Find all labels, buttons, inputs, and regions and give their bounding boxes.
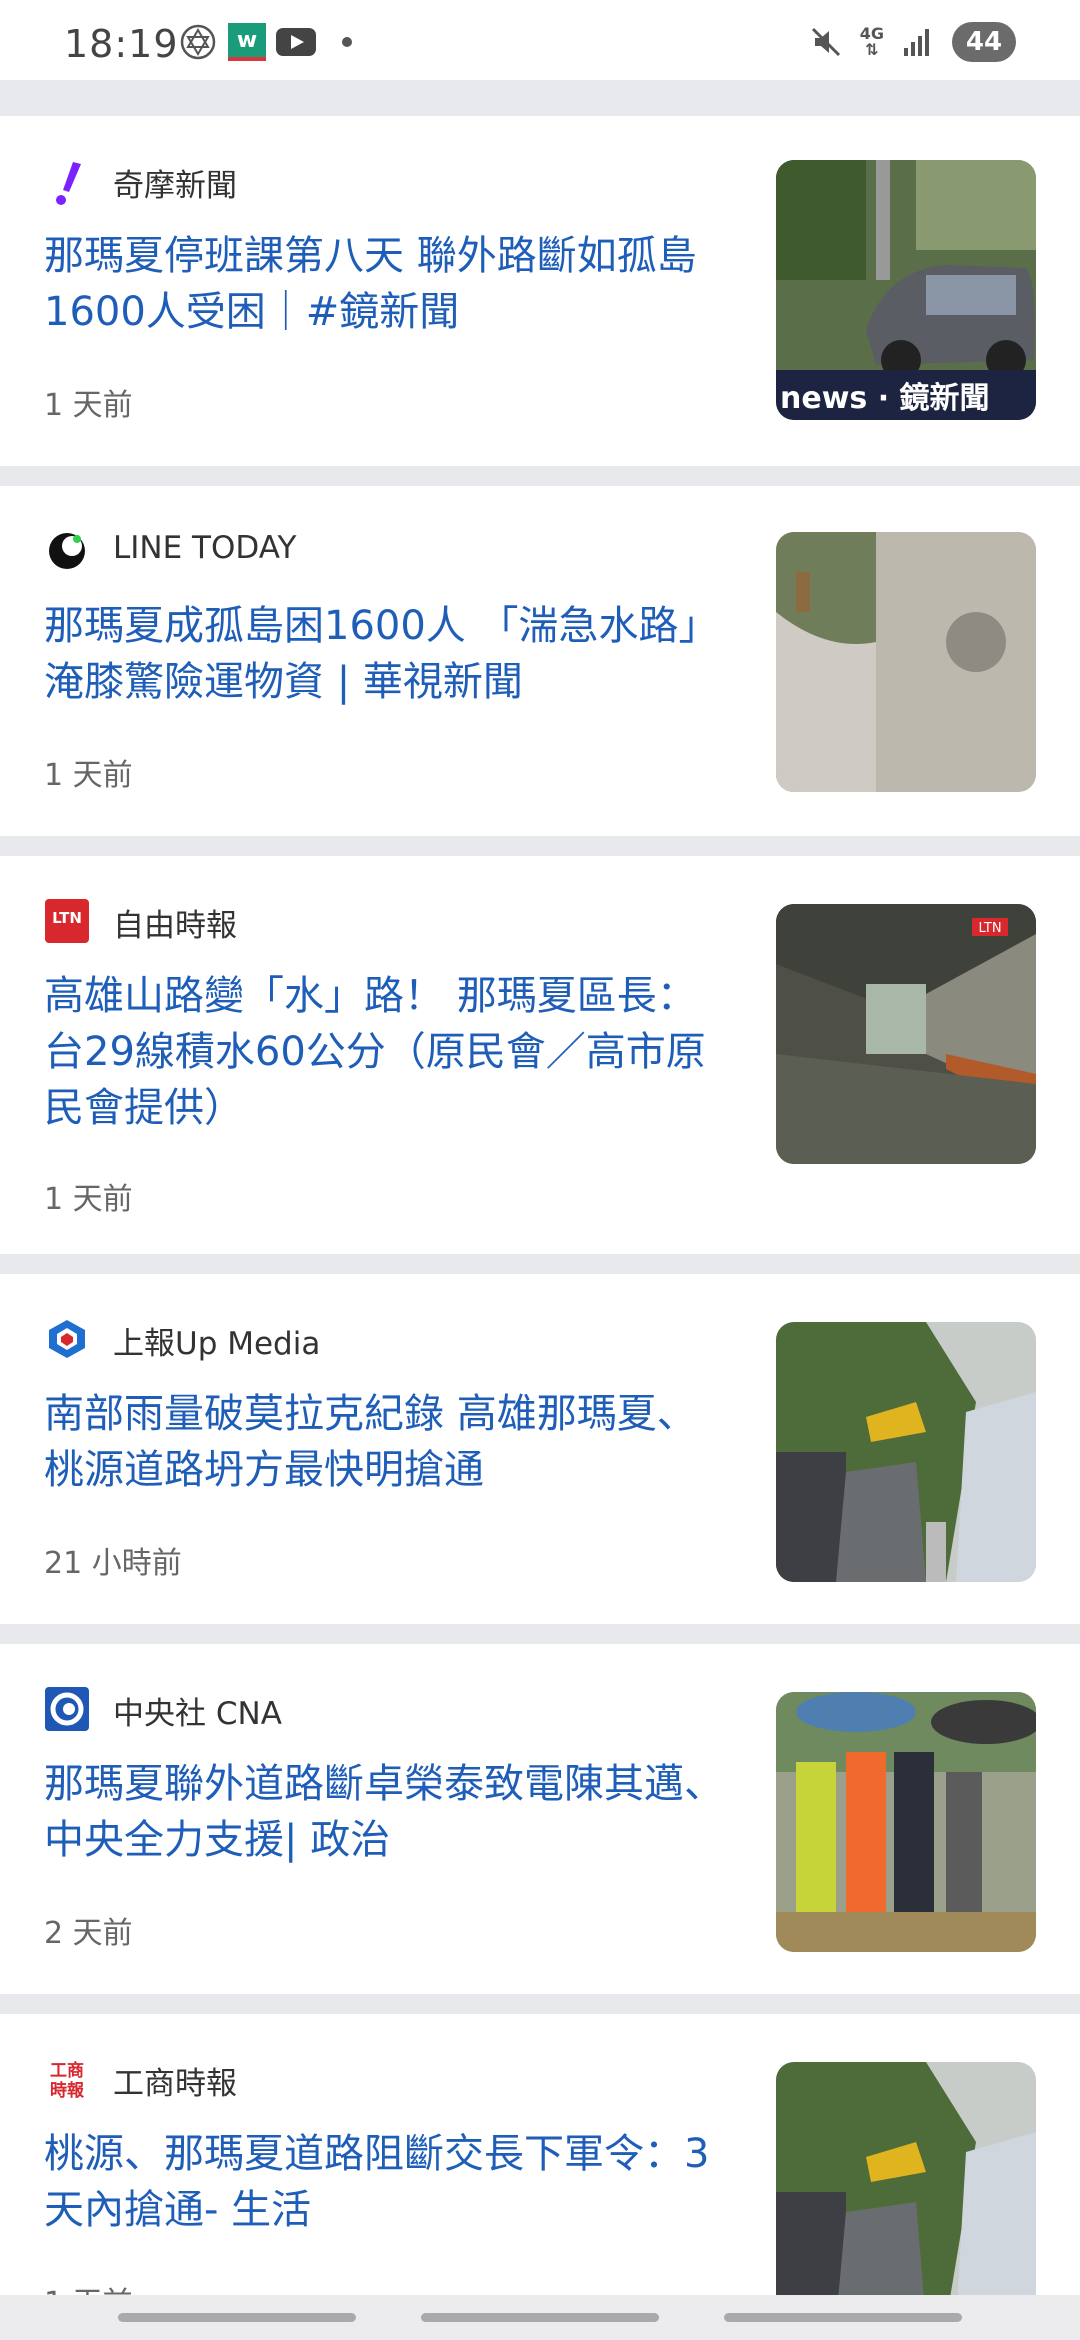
- source-name: 工商時報: [113, 2066, 237, 2102]
- ltn-logo-text: LTN: [52, 909, 82, 927]
- news-card[interactable]: LTN 自由時報 高雄山路變「水」路！ 那瑪夏區長：台29線積水60公分（原民會…: [0, 856, 1080, 1254]
- ltn-logo-icon: LTN: [44, 898, 90, 944]
- source-name: LINE TODAY: [113, 530, 297, 566]
- svg-text:工商: 工商: [50, 2060, 84, 2081]
- bottom-bar: [0, 2295, 1080, 2340]
- timestamp: 1 天前: [44, 388, 133, 423]
- timestamp: 1 天前: [44, 1182, 133, 1217]
- exclaim-logo-icon: [44, 160, 90, 206]
- mute-icon: [806, 22, 846, 62]
- source-name: 上報Up Media: [113, 1326, 321, 1362]
- divider: [0, 1994, 1080, 2014]
- network-type: 4G: [859, 24, 884, 43]
- thumbnail-image[interactable]: [776, 1692, 1036, 1952]
- headline-link[interactable]: 那瑪夏成孤島困1600人 「湍急水路」淹膝驚險運物資 | 華視新聞: [44, 598, 724, 710]
- source-name: 中央社 CNA: [113, 1696, 282, 1732]
- headline-link[interactable]: 南部雨量破莫拉克紀錄 高雄那瑪夏、桃源道路坍方最快明搶通: [44, 1386, 724, 1498]
- nav-pill-right[interactable]: [724, 2313, 962, 2322]
- thumbnail-image[interactable]: LTN: [776, 904, 1036, 1164]
- nav-pill-center[interactable]: [421, 2313, 659, 2322]
- divider: [0, 1254, 1080, 1274]
- headline-link[interactable]: 那瑪夏停班課第八天 聯外路斷如孤島1600人受困｜#鏡新聞: [44, 228, 724, 340]
- thumbnail-image[interactable]: news · 鏡新聞: [776, 160, 1036, 420]
- status-time: 18:19: [64, 22, 179, 66]
- news-card[interactable]: 中央社 CNA 那瑪夏聯外道路斷卓榮泰致電陳其邁、中央全力支援| 政治 2 天前: [0, 1644, 1080, 1994]
- timestamp: 1 天前: [44, 758, 133, 793]
- timestamp: 2 天前: [44, 1916, 133, 1951]
- divider: [0, 96, 1080, 116]
- timestamp: 1 天前: [44, 2278, 133, 2295]
- news-card[interactable]: 奇摩新聞 那瑪夏停班課第八天 聯外路斷如孤島1600人受困｜#鏡新聞 1 天前 …: [0, 116, 1080, 466]
- news-card[interactable]: 上報Up Media 南部雨量破莫拉克紀錄 高雄那瑪夏、桃源道路坍方最快明搶通 …: [0, 1274, 1080, 1624]
- w-app-icon: w: [228, 23, 266, 61]
- thumb-caption: LTN: [978, 921, 1001, 936]
- timestamp: 21 小時前: [44, 1546, 182, 1581]
- line-today-logo-icon: [44, 528, 90, 574]
- nav-pill-left[interactable]: [118, 2313, 356, 2322]
- thumbnail-image[interactable]: [776, 2062, 1036, 2295]
- svg-text:時報: 時報: [50, 2080, 85, 2101]
- source-name: 自由時報: [113, 908, 237, 944]
- 4g-icon: 4G ⇅: [859, 24, 884, 59]
- upmedia-logo-icon: [44, 1316, 90, 1362]
- headline-link[interactable]: 桃源、那瑪夏道路阻斷交長下軍令：3天內搶通- 生活: [44, 2126, 724, 2238]
- divider: [0, 1624, 1080, 1644]
- thumbnail-image[interactable]: [776, 532, 1036, 792]
- signal-icon: [898, 22, 938, 62]
- divider: [0, 836, 1080, 856]
- ctee-logo-icon: 工商 時報: [44, 2056, 90, 2102]
- status-notification-icons: w: [178, 22, 352, 62]
- star-of-david-icon: [178, 22, 218, 62]
- news-card[interactable]: LINE TODAY 那瑪夏成孤島困1600人 「湍急水路」淹膝驚險運物資 | …: [0, 486, 1080, 836]
- status-bar: 18:19 w 4G ⇅ 44: [0, 0, 1080, 80]
- divider: [0, 466, 1080, 486]
- youtube-icon: [276, 28, 316, 56]
- battery-icon: 44: [952, 22, 1016, 62]
- dot-icon: [342, 37, 352, 47]
- source-name: 奇摩新聞: [113, 168, 237, 204]
- status-system-icons: 4G ⇅ 44: [806, 22, 1016, 62]
- headline-link[interactable]: 那瑪夏聯外道路斷卓榮泰致電陳其邁、中央全力支援| 政治: [44, 1756, 724, 1868]
- cna-logo-icon: [44, 1686, 90, 1732]
- thumb-caption: news · 鏡新聞: [780, 381, 990, 416]
- thumbnail-image[interactable]: [776, 1322, 1036, 1582]
- news-card[interactable]: 工商時報 工商時報 桃源、那瑪夏道路阻斷交長下軍令：3天內搶通- 生活 1 天前: [0, 2014, 1080, 2295]
- headline-link[interactable]: 高雄山路變「水」路！ 那瑪夏區長：台29線積水60公分（原民會／高市原民會提供）: [44, 968, 724, 1136]
